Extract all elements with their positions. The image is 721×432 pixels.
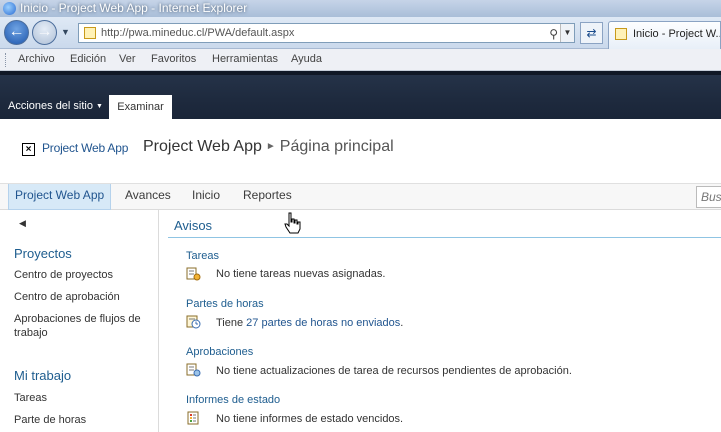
collapse-arrow-icon[interactable]: ◀	[19, 218, 26, 229]
section-partes-de-horas-text: Tiene 27 partes de horas no enviados.	[216, 317, 404, 329]
quick-launch: ◀ Proyectos Centro de proyectos Centro d…	[0, 210, 159, 432]
nav-item-tareas[interactable]: Tareas	[14, 391, 159, 405]
tasks-icon	[186, 267, 201, 281]
ie-logo-icon	[3, 2, 16, 15]
browser-tab[interactable]: Inicio - Project W...	[608, 21, 721, 49]
nav-item-centro-de-proyectos[interactable]: Centro de proyectos	[14, 268, 159, 282]
search-input[interactable]: Bus	[696, 186, 721, 208]
site-actions-menu[interactable]: Acciones del sitio ▼	[8, 100, 103, 112]
menu-edicion[interactable]: Edición	[70, 53, 106, 65]
section-informes-de-estado-text: No tiene informes de estado vencidos.	[216, 413, 404, 425]
nav-item-parte-de-horas[interactable]: Parte de horas	[14, 413, 159, 427]
nav-heading-mi-trabajo[interactable]: Mi trabajo	[14, 368, 71, 383]
page-title: Project Web App ► Página principal	[143, 138, 394, 156]
topnav-inicio[interactable]: Inicio	[186, 184, 226, 210]
breadcrumb-separator-icon: ►	[265, 141, 276, 152]
menu-bar: Archivo Edición Ver Favoritos Herramient…	[0, 49, 721, 71]
menu-favoritos[interactable]: Favoritos	[151, 53, 196, 65]
page-icon	[84, 27, 96, 39]
status-report-icon	[187, 411, 199, 425]
menu-archivo[interactable]: Archivo	[18, 53, 55, 65]
address-text: http://pwa.mineduc.cl/PWA/default.aspx	[101, 27, 295, 39]
approvals-icon	[186, 363, 201, 377]
section-partes-de-horas-title[interactable]: Partes de horas	[186, 298, 264, 310]
main-content: Avisos Tareas No tiene tareas nuevas asi…	[160, 210, 721, 432]
timesheet-icon	[186, 315, 201, 329]
hand-cursor-icon	[284, 212, 301, 234]
topnav-avances[interactable]: Avances	[119, 184, 177, 210]
menu-ver[interactable]: Ver	[119, 53, 136, 65]
nav-item-centro-de-aprobacion[interactable]: Centro de aprobación	[14, 290, 159, 304]
address-dropdown[interactable]: ▼	[560, 24, 574, 42]
avisos-heading: Avisos	[174, 218, 213, 233]
divider	[168, 237, 721, 238]
top-navigation: Project Web App Avances Inicio Reportes …	[0, 183, 721, 210]
tab-examinar[interactable]: Examinar	[109, 95, 172, 119]
breadcrumb-current: Página principal	[279, 138, 394, 155]
topnav-reportes[interactable]: Reportes	[237, 184, 298, 210]
forward-button[interactable]: →	[32, 20, 57, 45]
window-title: Inicio - Project Web App - Internet Expl…	[20, 1, 248, 15]
chevron-down-icon: ▼	[96, 103, 103, 110]
unsubmitted-timesheets-link[interactable]: 27 partes de horas no enviados	[246, 317, 400, 329]
browser-address-row: ← → ▼ http://pwa.mineduc.cl/PWA/default.…	[0, 17, 721, 49]
refresh-button[interactable]: ⇄	[580, 22, 603, 44]
nav-heading-proyectos[interactable]: Proyectos	[14, 246, 72, 261]
menu-herramientas[interactable]: Herramientas	[212, 53, 278, 65]
toolbar-grip	[5, 53, 8, 67]
search-icon[interactable]: ⚲	[549, 25, 558, 43]
tab-label: Inicio - Project W...	[633, 28, 721, 40]
menu-ayuda[interactable]: Ayuda	[291, 53, 322, 65]
tab-page-icon	[615, 28, 627, 40]
back-button[interactable]: ←	[4, 20, 29, 45]
broken-image-icon: ×	[22, 143, 35, 156]
address-bar[interactable]: http://pwa.mineduc.cl/PWA/default.aspx ⚲…	[78, 23, 575, 43]
nav-item-aprobaciones-flujos[interactable]: Aprobaciones de flujos de trabajo	[14, 312, 159, 340]
sharepoint-ribbon: Acciones del sitio ▼ Examinar	[0, 71, 721, 119]
section-tareas-text: No tiene tareas nuevas asignadas.	[216, 268, 386, 280]
section-aprobaciones-title[interactable]: Aprobaciones	[186, 346, 253, 358]
breadcrumb-root[interactable]: Project Web App	[143, 138, 262, 155]
topnav-project-web-app[interactable]: Project Web App	[8, 184, 112, 210]
site-logo-link[interactable]: Project Web App	[42, 141, 128, 155]
recent-pages-dropdown[interactable]: ▼	[61, 27, 70, 37]
section-aprobaciones-text: No tiene actualizaciones de tarea de rec…	[216, 365, 572, 377]
section-tareas-title[interactable]: Tareas	[186, 250, 219, 262]
window-title-bar: Inicio - Project Web App - Internet Expl…	[0, 0, 721, 17]
page-header: × Project Web App Project Web App ► Página…	[0, 119, 721, 183]
section-informes-de-estado-title[interactable]: Informes de estado	[186, 394, 280, 406]
